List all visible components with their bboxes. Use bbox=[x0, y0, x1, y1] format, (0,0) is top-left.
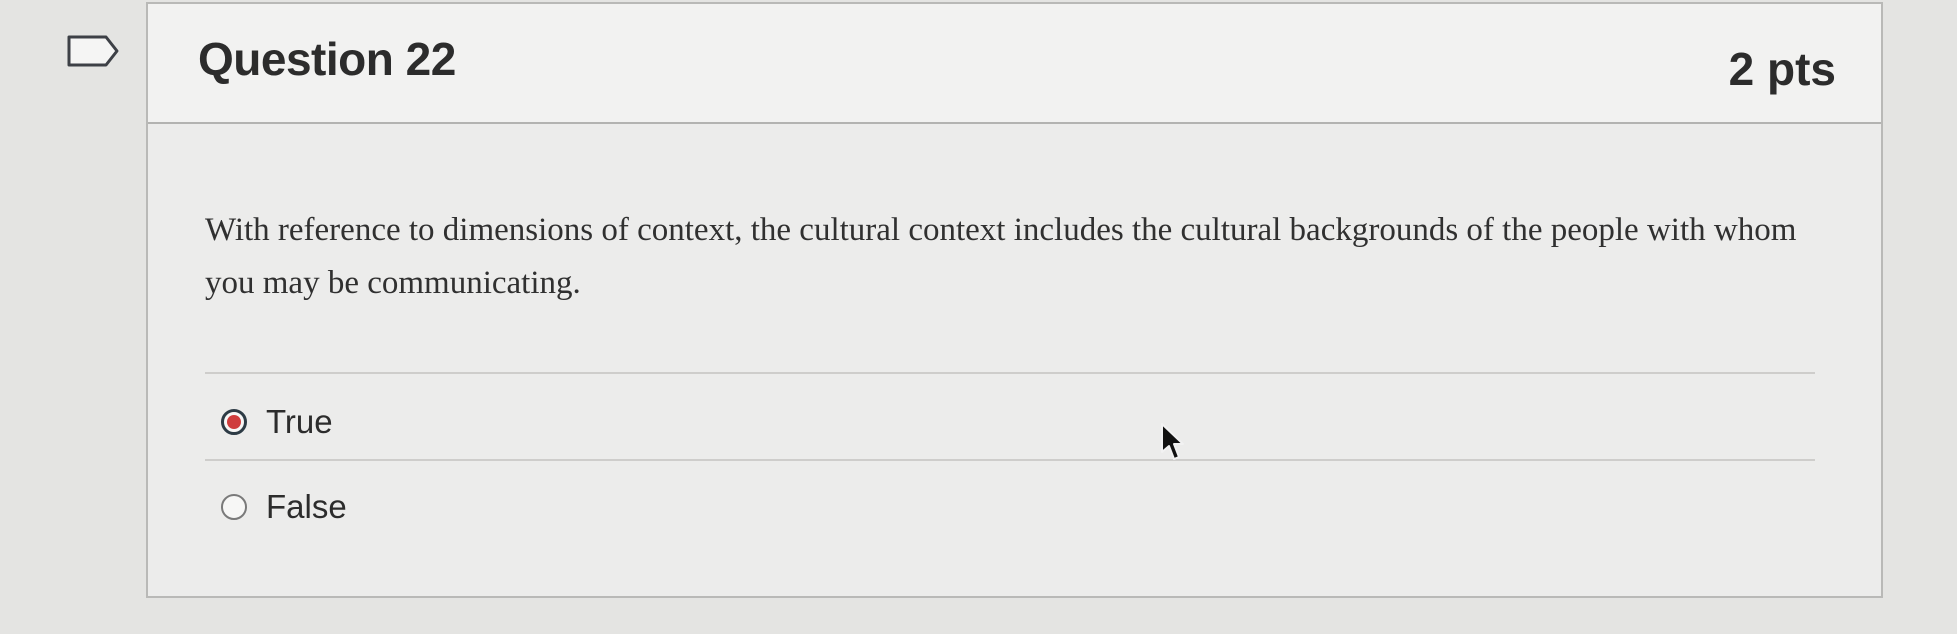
mouse-pointer-icon bbox=[1161, 423, 1184, 460]
radio-icon[interactable] bbox=[221, 494, 247, 520]
question-card: Question 22 2 pts With reference to dime… bbox=[146, 2, 1883, 598]
answer-option-true[interactable]: True bbox=[221, 401, 333, 443]
selected-radio-icon[interactable] bbox=[221, 409, 247, 435]
bookmark-flag-icon[interactable] bbox=[66, 34, 120, 68]
answers-divider bbox=[205, 459, 1815, 461]
answer-label-false: False bbox=[266, 488, 347, 525]
question-title: Question 22 bbox=[198, 33, 456, 85]
answer-label-true: True bbox=[266, 403, 333, 440]
answers-divider bbox=[205, 372, 1815, 374]
question-points: 2 pts bbox=[1728, 43, 1836, 95]
question-text: With reference to dimensions of context,… bbox=[205, 212, 1797, 301]
question-header: Question 22 2 pts bbox=[148, 4, 1881, 124]
answer-option-false[interactable]: False bbox=[221, 486, 347, 528]
